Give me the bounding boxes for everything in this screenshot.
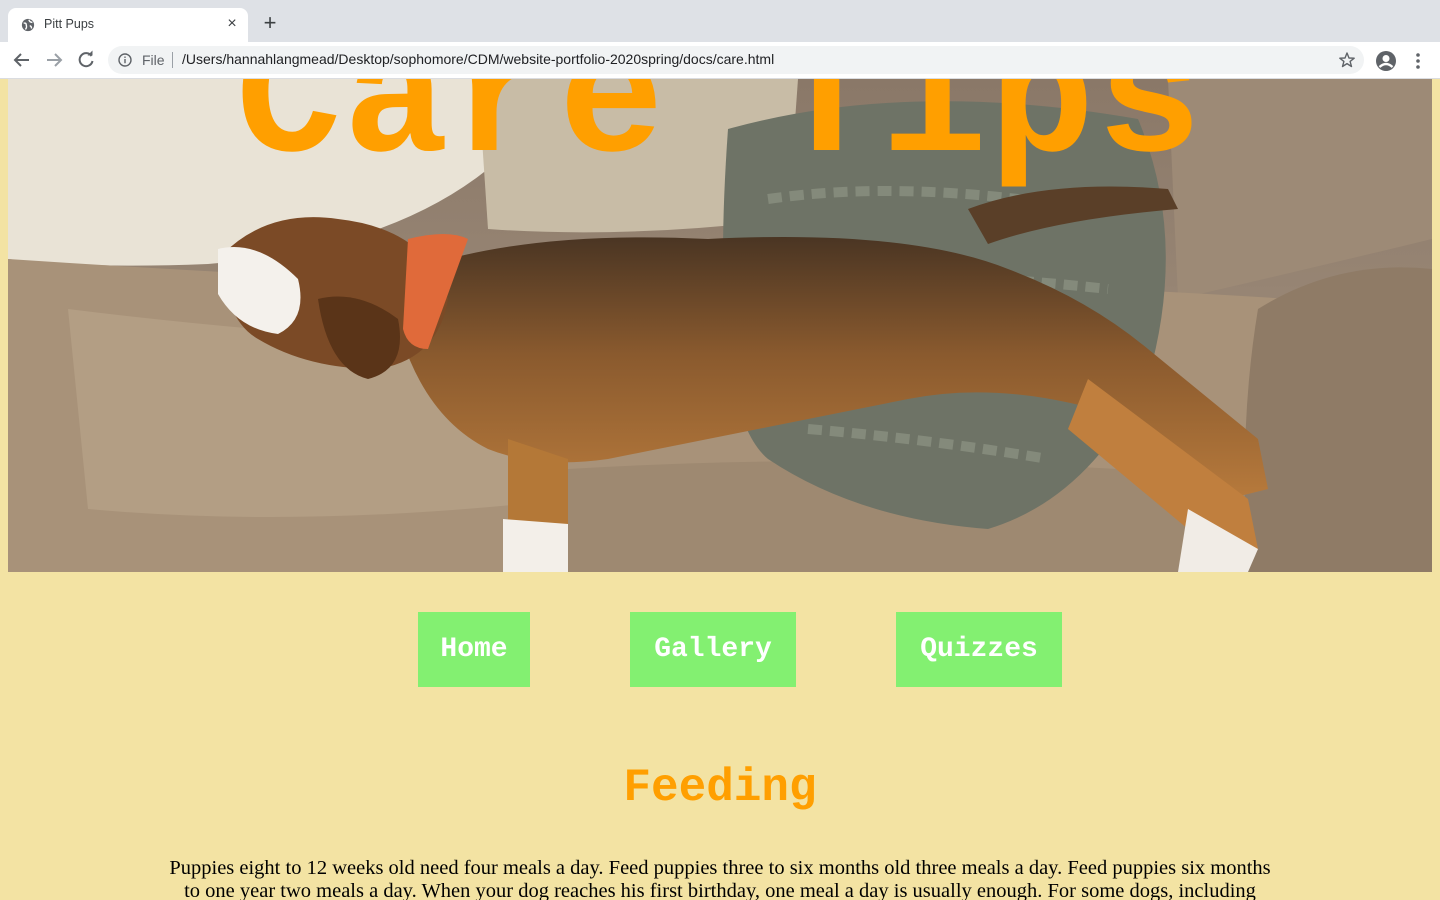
feeding-paragraph: Puppies eight to 12 weeks old need four …	[169, 857, 1271, 900]
menu-icon[interactable]	[1408, 49, 1428, 73]
nav-quizzes-button[interactable]: Quizzes	[896, 612, 1062, 687]
active-tab[interactable]: Pitt Pups ×	[8, 8, 248, 42]
globe-icon	[21, 18, 35, 32]
tab-close-icon[interactable]: ×	[223, 15, 241, 33]
nav-home-button[interactable]: Home	[418, 612, 530, 687]
address-bar[interactable]: File /Users/hannahlangmead/Desktop/sopho…	[108, 46, 1364, 74]
info-icon[interactable]	[118, 53, 132, 67]
url-text[interactable]: /Users/hannahlangmead/Desktop/sophomore/…	[182, 51, 774, 67]
hero-title: Care Tips	[235, 79, 1205, 203]
page-viewport: Care Tips Home Gallery Quizzes Feeding P…	[0, 79, 1440, 900]
reload-icon[interactable]	[73, 47, 99, 73]
star-icon[interactable]	[1338, 51, 1356, 69]
browser-toolbar: File /Users/hannahlangmead/Desktop/sopho…	[0, 42, 1440, 79]
new-tab-icon[interactable]: +	[258, 12, 282, 36]
back-icon[interactable]	[9, 47, 35, 73]
file-label: File	[142, 52, 165, 68]
forward-icon[interactable]	[41, 47, 67, 73]
tab-strip: Pitt Pups × +	[0, 0, 1440, 42]
main-nav: Home Gallery Quizzes	[0, 612, 1440, 687]
tab-title: Pitt Pups	[44, 17, 95, 31]
chip-divider	[172, 52, 173, 68]
profile-icon[interactable]	[1374, 49, 1398, 73]
nav-gallery-button[interactable]: Gallery	[630, 612, 796, 687]
feeding-heading: Feeding	[623, 762, 817, 814]
hero-banner: Care Tips	[8, 79, 1432, 572]
